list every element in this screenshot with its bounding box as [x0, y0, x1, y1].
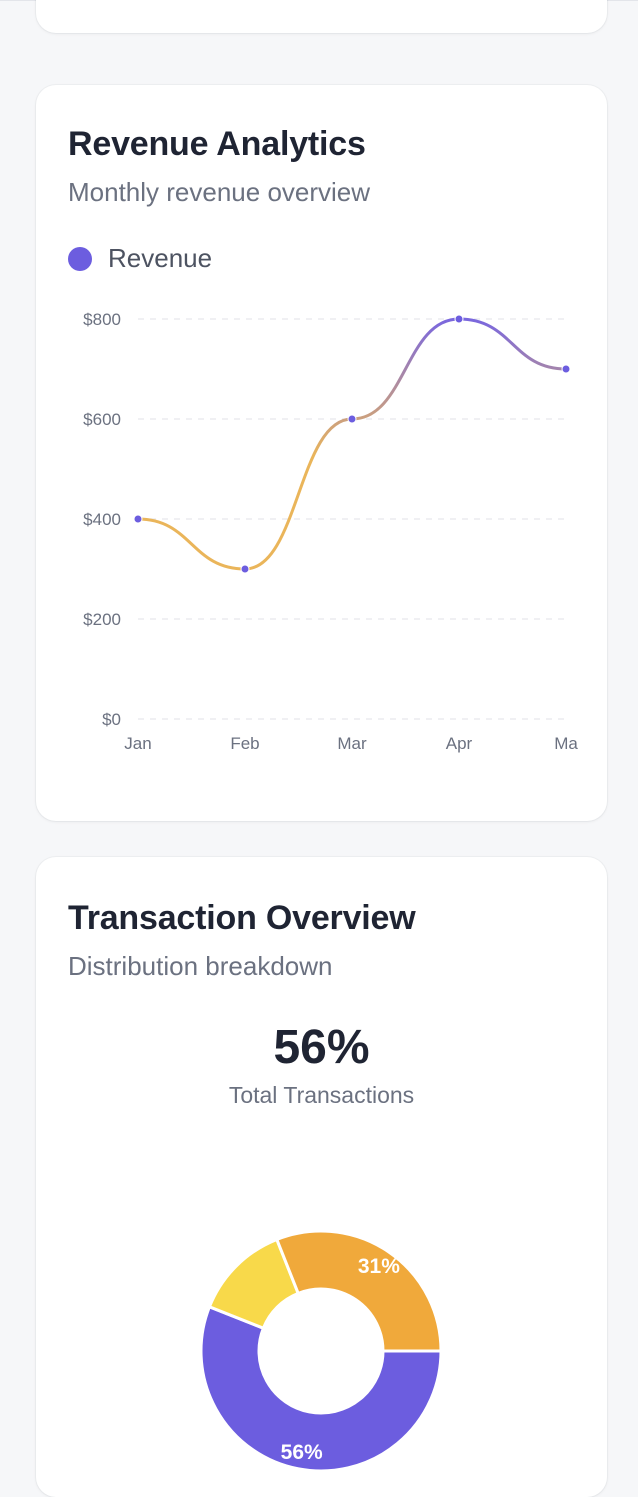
- revenue-data-point[interactable]: [454, 314, 464, 324]
- revenue-data-point[interactable]: [347, 414, 357, 424]
- previous-card: [36, 0, 607, 33]
- transaction-card: Transaction Overview Distribution breakd…: [36, 857, 607, 1497]
- donut-slice[interactable]: [274, 1229, 443, 1353]
- revenue-data-point[interactable]: [240, 564, 250, 574]
- y-tick-label: $400: [83, 510, 121, 529]
- y-tick-label: $600: [83, 410, 121, 429]
- x-tick-label: Jan: [124, 734, 151, 753]
- x-tick-label: Mar: [337, 734, 367, 753]
- revenue-data-point[interactable]: [561, 364, 571, 374]
- revenue-series-line: [136, 317, 568, 571]
- x-tick-label: Apr: [446, 734, 473, 753]
- revenue-card: Revenue Analytics Monthly revenue overvi…: [36, 85, 607, 821]
- x-tick-label: Ma: [554, 734, 578, 753]
- revenue-line-chart[interactable]: $0 $200 $400 $600 $800 Jan Feb Mar Apr Ma: [36, 85, 607, 821]
- x-tick-label: Feb: [230, 734, 259, 753]
- transaction-donut-chart[interactable]: 56% 31%: [36, 857, 607, 1497]
- revenue-data-point[interactable]: [133, 514, 143, 524]
- donut-slice-label: 56%: [281, 1441, 323, 1464]
- y-tick-label: $200: [83, 610, 121, 629]
- y-tick-label: $800: [83, 310, 121, 329]
- donut-slice-label: 31%: [358, 1255, 400, 1278]
- y-tick-label: $0: [102, 710, 121, 729]
